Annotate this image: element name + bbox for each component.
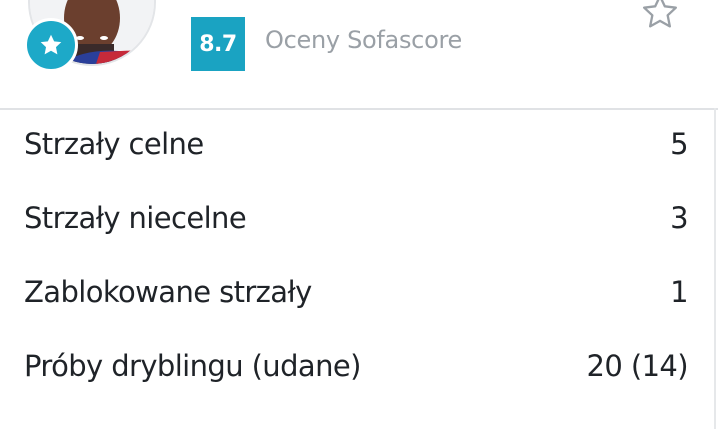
stat-value: 1 bbox=[670, 275, 688, 309]
stat-value: 20 (14) bbox=[586, 349, 689, 383]
rating-badge: 8.7 bbox=[191, 17, 245, 71]
player-header: 8.7 Oceny Sofascore bbox=[0, 0, 718, 108]
stat-label: Zablokowane strzały bbox=[24, 275, 312, 309]
stat-label: Strzały celne bbox=[24, 127, 204, 161]
stat-row-dribble-attempts: Próby dryblingu (udane) 20 (14) bbox=[0, 332, 712, 406]
stat-value: 3 bbox=[670, 201, 688, 235]
star-icon bbox=[24, 18, 78, 72]
stat-row-blocked-shots: Zablokowane strzały 1 bbox=[0, 258, 712, 332]
stat-label: Strzały niecelne bbox=[24, 201, 247, 235]
stat-label: Próby dryblingu (udane) bbox=[24, 349, 361, 383]
stat-value: 5 bbox=[670, 127, 688, 161]
stat-row-shots-on-target: Strzały celne 5 bbox=[0, 110, 712, 184]
player-stats-panel: 8.7 Oceny Sofascore Strzały celne 5 Strz… bbox=[0, 0, 718, 429]
panel-edge bbox=[714, 108, 716, 429]
stat-row-shots-off-target: Strzały niecelne 3 bbox=[0, 184, 712, 258]
star-outline-icon[interactable] bbox=[640, 0, 680, 32]
rating-source-label: Oceny Sofascore bbox=[265, 26, 462, 54]
stats-list: Strzały celne 5 Strzały niecelne 3 Zablo… bbox=[0, 110, 712, 406]
